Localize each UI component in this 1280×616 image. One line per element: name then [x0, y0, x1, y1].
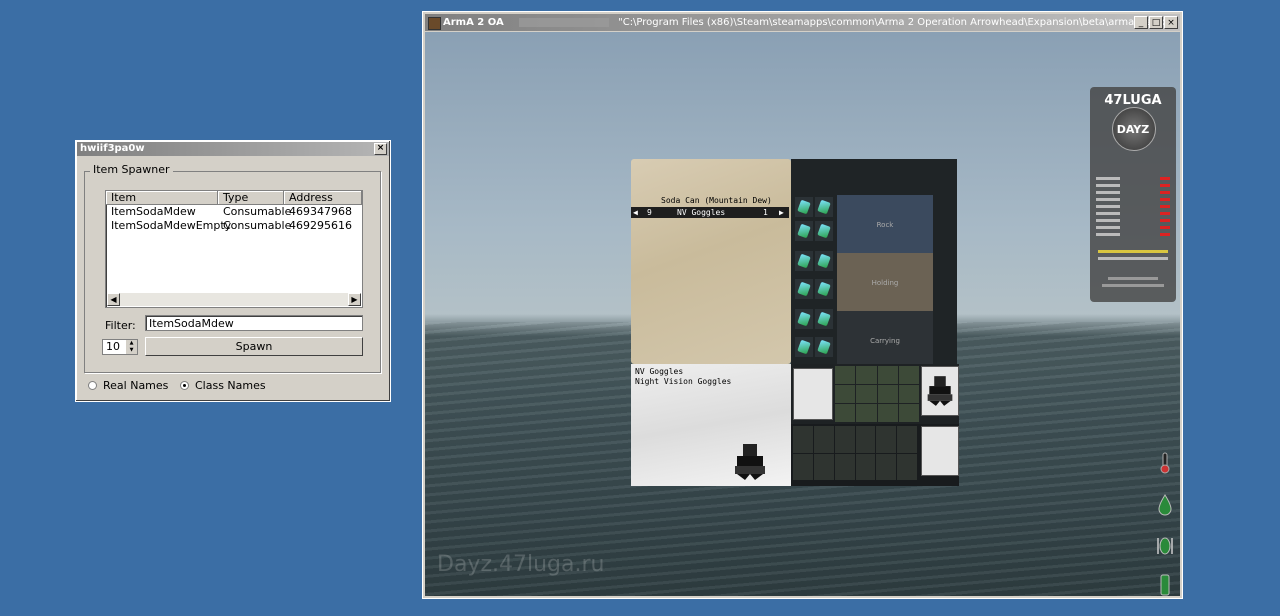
- soda-can-icon[interactable]: [795, 279, 813, 299]
- table-row[interactable]: ItemSodaMdew Consumable 469347968: [106, 205, 362, 219]
- soda-can-icon[interactable]: [815, 337, 833, 357]
- cell-item: ItemSodaMdew: [111, 205, 196, 218]
- item-qty: 1: [763, 208, 768, 217]
- column-item[interactable]: Item: [106, 191, 218, 205]
- cell-address: 469295616: [289, 219, 352, 232]
- soda-can-icon[interactable]: [815, 251, 833, 271]
- soda-can-icon[interactable]: [795, 221, 813, 241]
- item-description: NV Goggles Night Vision Goggles: [635, 367, 731, 387]
- soda-can-icon[interactable]: [795, 337, 813, 357]
- desc-title: NV Goggles: [635, 367, 684, 376]
- column-address[interactable]: Address: [284, 191, 362, 205]
- blurred-text: [518, 17, 609, 27]
- maximize-icon[interactable]: □: [1149, 16, 1163, 29]
- bag-slot-holding[interactable]: Holding: [837, 253, 933, 313]
- soda-can-icon[interactable]: [795, 251, 813, 271]
- item-name: Soda Can (Mountain Dew): [661, 196, 772, 205]
- quantity-value: 10: [106, 340, 120, 353]
- soda-can-icon[interactable]: [815, 279, 833, 299]
- radio-circle[interactable]: [180, 381, 189, 390]
- bag-slot-rock[interactable]: Rock: [837, 195, 933, 255]
- game-viewport[interactable]: Dayz.47luga.ru 47LUGA DAYZ Soda Can (Mou…: [425, 32, 1180, 596]
- cell-item: ItemSodaMdewEmpty: [111, 219, 232, 232]
- water-icon: [1160, 574, 1170, 596]
- dayz-logo: DAYZ: [1116, 123, 1150, 136]
- cell-type: Consumable: [223, 205, 292, 218]
- gear-row-bottom: [791, 424, 959, 486]
- restart-info: [1098, 250, 1168, 253]
- stats-list: [1096, 175, 1170, 238]
- footer-line: [1102, 284, 1164, 287]
- stepper-arrows[interactable]: ▲ ▼: [126, 340, 137, 354]
- spawner-title: hwiif3pa0w: [80, 143, 145, 154]
- arrow-left-icon[interactable]: ◀: [107, 293, 120, 306]
- gear-row-top: [791, 364, 959, 424]
- close-icon[interactable]: ×: [374, 143, 387, 155]
- app-icon: [428, 17, 441, 30]
- soda-can-icon[interactable]: [815, 197, 833, 217]
- soda-can-icon[interactable]: [795, 309, 813, 329]
- primary-weapon-slot[interactable]: [793, 368, 833, 420]
- column-type[interactable]: Type: [218, 191, 284, 205]
- radio-label: Real Names: [103, 379, 169, 392]
- server-logo: 47LUGA: [1104, 93, 1162, 108]
- goggles-icon: [927, 376, 953, 406]
- gear-grid[interactable]: [835, 366, 919, 422]
- inventory-item-nvg[interactable]: ◀ 9 NV Goggles 1 ▶: [631, 207, 789, 218]
- item-description-panel: NV Goggles Night Vision Goggles: [631, 364, 791, 486]
- list-header: Item Type Address: [106, 191, 362, 205]
- soda-can-icon[interactable]: [815, 221, 833, 241]
- spawner-title-bar[interactable]: hwiif3pa0w ×: [77, 142, 389, 156]
- secondary-slot[interactable]: [921, 426, 959, 476]
- ammo-grid[interactable]: [793, 426, 917, 480]
- food-icon: [1157, 537, 1173, 555]
- arrow-left-icon[interactable]: ◀: [633, 207, 638, 218]
- filter-label: Filter:: [105, 319, 136, 332]
- radio-circle[interactable]: [88, 381, 97, 390]
- soda-can-icon[interactable]: [815, 309, 833, 329]
- game-title-bar[interactable]: ArmA 2 OA "C:\Program Files (x86)\Steam\…: [425, 14, 1180, 31]
- bag-slot-carrying[interactable]: Carrying: [837, 311, 933, 371]
- blood-icon: [1158, 494, 1172, 516]
- minimize-icon[interactable]: _: [1134, 16, 1148, 29]
- window-path: "C:\Program Files (x86)\Steam\steamapps\…: [618, 17, 1180, 28]
- table-row[interactable]: ItemSodaMdewEmpty Consumable 469295616: [106, 219, 362, 233]
- close-icon[interactable]: ×: [1164, 16, 1178, 29]
- item-name: NV Goggles: [677, 208, 726, 217]
- arrow-right-icon[interactable]: ▶: [348, 293, 361, 306]
- window-controls: _ □ ×: [1134, 16, 1178, 29]
- inventory-list-panel: Soda Can (Mountain Dew) ◀ 9 NV Goggles 1…: [631, 159, 791, 364]
- item-count: 9: [647, 208, 652, 217]
- item-spawner-window: hwiif3pa0w × Item Spawner Item Type Addr…: [75, 140, 391, 402]
- restart-times: [1098, 257, 1168, 260]
- nvg-slot[interactable]: [921, 366, 959, 416]
- cell-address: 469347968: [289, 205, 352, 218]
- filter-input[interactable]: [145, 315, 363, 331]
- spawn-button[interactable]: Spawn: [145, 337, 363, 356]
- radio-real-names[interactable]: Real Names: [88, 379, 168, 392]
- watermark: Dayz.47luga.ru: [437, 552, 605, 577]
- backpack-panel: Rock Holding Carrying: [791, 159, 957, 371]
- thermometer-icon: [1160, 452, 1170, 474]
- footer-line: [1108, 277, 1158, 280]
- group-label: Item Spawner: [90, 163, 173, 176]
- server-info-panel: 47LUGA DAYZ: [1090, 87, 1176, 302]
- desc-subtitle: Night Vision Goggles: [635, 377, 732, 386]
- horizontal-scrollbar[interactable]: ◀ ▶: [107, 293, 361, 306]
- radio-label: Class Names: [195, 379, 266, 392]
- radio-class-names[interactable]: Class Names: [180, 379, 266, 392]
- cell-type: Consumable: [223, 219, 292, 232]
- game-window: ArmA 2 OA "C:\Program Files (x86)\Steam\…: [422, 11, 1183, 599]
- goggles-icon: [735, 444, 765, 480]
- arrow-right-icon[interactable]: ▶: [779, 207, 784, 218]
- item-list[interactable]: Item Type Address ItemSodaMdew Consumabl…: [105, 190, 363, 308]
- inventory-item-soda[interactable]: Soda Can (Mountain Dew): [661, 195, 789, 206]
- soda-can-icon[interactable]: [795, 197, 813, 217]
- quantity-stepper[interactable]: 10 ▲ ▼: [102, 339, 138, 355]
